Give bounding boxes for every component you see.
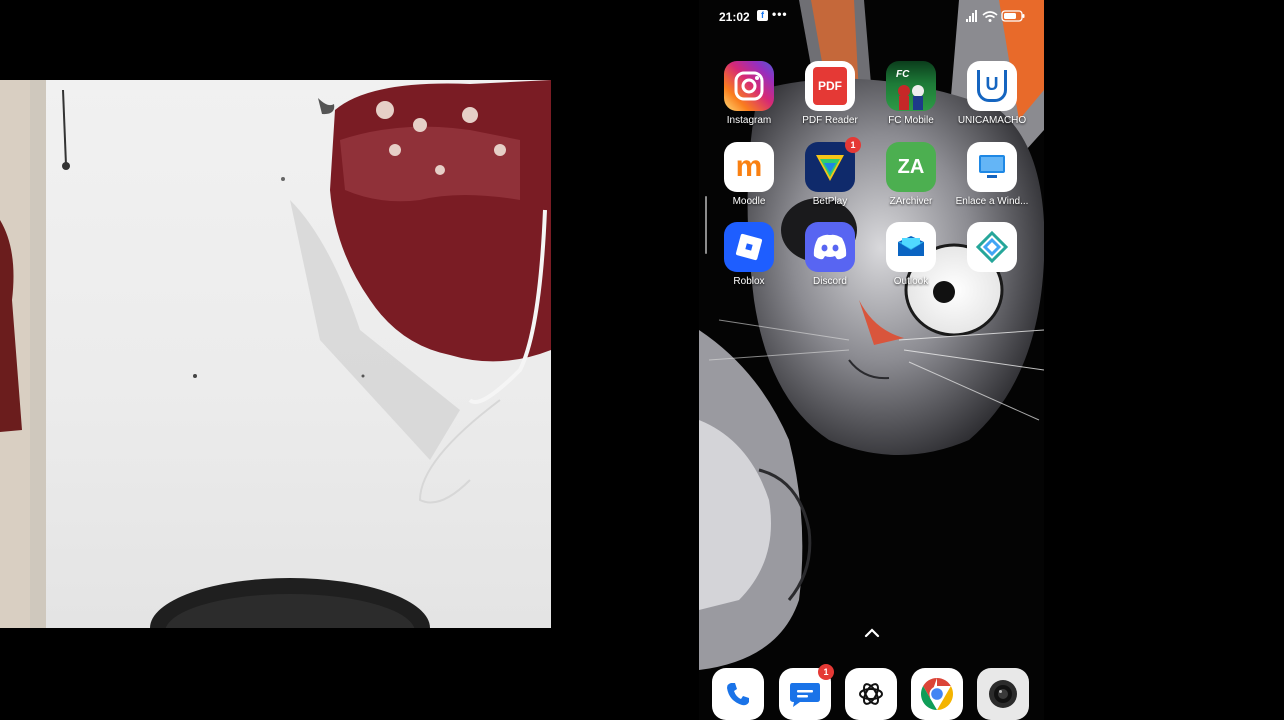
- app-pdf-reader[interactable]: PDF PDF Reader: [790, 61, 870, 141]
- app-diamond[interactable]: [952, 222, 1032, 302]
- unicamacho-logo-text: U: [977, 70, 1007, 102]
- moodle-icon: m: [724, 142, 774, 192]
- roblox-icon: [724, 222, 774, 272]
- app-label: Discord: [813, 276, 847, 287]
- pdf-icon: PDF: [805, 61, 855, 111]
- fc-mobile-icon: FC: [886, 61, 936, 111]
- camera-feed: [0, 80, 551, 628]
- clock: 21:02: [719, 10, 750, 24]
- zarchiver-icon: ZA: [886, 142, 936, 192]
- battery-icon: [1001, 10, 1025, 22]
- camera-scene: [0, 80, 551, 628]
- chevron-up-icon[interactable]: [862, 626, 882, 640]
- instagram-icon: [724, 61, 774, 111]
- app-zarchiver[interactable]: ZA ZArchiver: [871, 142, 951, 222]
- dock-messages[interactable]: 1: [779, 664, 834, 720]
- app-discord[interactable]: Discord: [790, 222, 870, 302]
- phone-icon: [727, 683, 749, 706]
- svg-text:FC: FC: [896, 69, 910, 80]
- zarchiver-logo-text: ZA: [897, 155, 925, 178]
- outlook-icon: [886, 222, 936, 272]
- dock-camera[interactable]: [977, 668, 1029, 720]
- app-unicamacho[interactable]: U UNICAMACHO: [952, 61, 1032, 141]
- phone-home-screen: 21:02 f ••• Instagram PDF PDF Reader FC …: [699, 0, 1044, 720]
- app-label: BetPlay: [812, 196, 848, 207]
- notification-badge: 1: [818, 664, 834, 680]
- wifi-icon: [982, 11, 998, 22]
- app-label: FC Mobile: [888, 115, 934, 126]
- status-icons: [966, 10, 1025, 22]
- camera-icon: [989, 680, 1017, 708]
- dock-phone[interactable]: [712, 668, 764, 720]
- fabric-right: [330, 80, 551, 362]
- chatgpt-icon: [859, 683, 883, 705]
- app-fc-mobile[interactable]: FC FC Mobile: [871, 61, 951, 141]
- app-label: Outlook: [893, 276, 929, 287]
- app-label: UNICAMACHO: [957, 115, 1027, 126]
- more-notifications-icon: •••: [772, 7, 788, 21]
- app-roblox[interactable]: Roblox: [709, 222, 789, 302]
- app-betplay[interactable]: 1 BetPlay: [790, 137, 870, 222]
- status-bar: 21:02 f •••: [699, 0, 1044, 34]
- app-outlook[interactable]: Outlook: [871, 222, 951, 302]
- discord-icon: [805, 222, 855, 272]
- facebook-notification-icon: f: [757, 10, 768, 21]
- app-enlace-windows[interactable]: Enlace a Wind...: [952, 142, 1032, 222]
- app-label: Roblox: [733, 276, 765, 287]
- notification-badge: 1: [845, 137, 861, 153]
- app-instagram[interactable]: Instagram: [709, 61, 789, 141]
- app-label: Moodle: [732, 196, 766, 207]
- app-label: Instagram: [726, 115, 772, 126]
- unicamacho-icon: U: [967, 61, 1017, 111]
- dock-chatgpt[interactable]: [845, 668, 897, 720]
- messages-icon: [790, 683, 820, 707]
- app-moodle[interactable]: m Moodle: [709, 142, 789, 222]
- dock-chrome[interactable]: [911, 668, 963, 720]
- app-label: ZArchiver: [889, 196, 933, 207]
- moodle-logo-text: m: [735, 150, 763, 183]
- diamond-app-icon: [967, 222, 1017, 272]
- pdf-badge-text: PDF: [813, 67, 847, 105]
- app-label: PDF Reader: [802, 115, 858, 126]
- chrome-icon: [920, 678, 954, 710]
- side-panel-handle[interactable]: [705, 196, 707, 254]
- windows-link-icon: [967, 142, 1017, 192]
- signal-icon: [966, 10, 977, 22]
- app-label: Enlace a Wind...: [955, 196, 1029, 207]
